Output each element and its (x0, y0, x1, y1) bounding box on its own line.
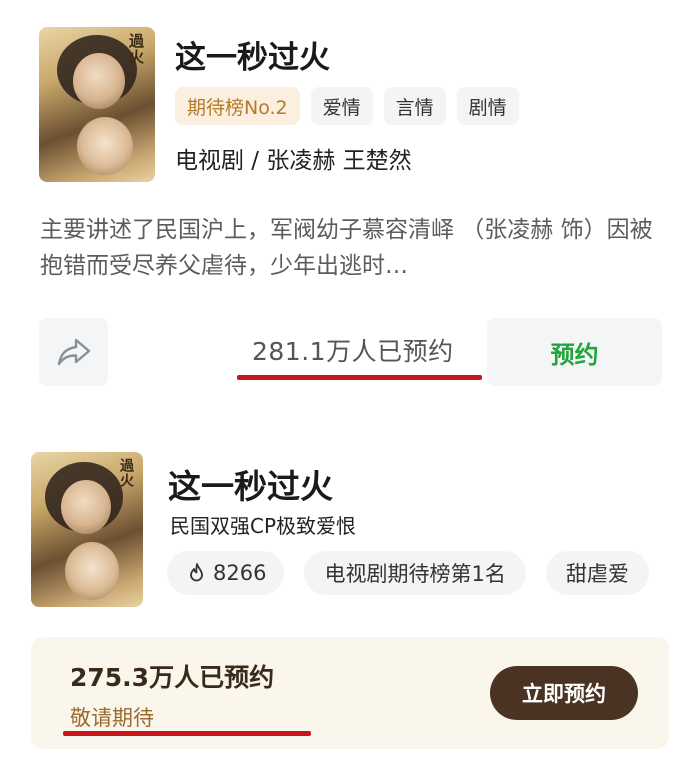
show-title[interactable]: 这一秒过火 (175, 32, 330, 77)
poster-image[interactable]: 過火 (31, 452, 143, 607)
tag-genre[interactable]: 爱情 (310, 87, 373, 125)
reservation-count: 281.1万人已预约 (252, 337, 454, 366)
red-underline-annotation (63, 731, 311, 736)
tag-genre[interactable]: 剧情 (456, 87, 519, 125)
flame-icon (190, 563, 203, 582)
poster-face-shape (61, 480, 111, 534)
show-subtitle: 民国双强CP极致爱恨 (170, 514, 357, 538)
tag-list: 期待榜No.2 爱情 言情 剧情 (175, 87, 519, 125)
share-button[interactable] (39, 318, 108, 386)
reservation-count: 275.3万人已预约 (70, 663, 275, 692)
show-meta: 电视剧 / 张凌赫 王楚然 (175, 148, 412, 174)
tag-genre[interactable]: 言情 (383, 87, 446, 125)
poster-face-shape (65, 542, 119, 600)
share-arrow-icon (57, 338, 90, 366)
show-title[interactable]: 这一秒过火 (168, 460, 333, 508)
status-text: 敬请期待 (70, 706, 154, 730)
red-underline-annotation (237, 375, 482, 380)
poster-face-shape (73, 53, 125, 109)
reserve-now-button[interactable]: 立即预约 (490, 666, 638, 720)
poster-title-text: 過火 (127, 33, 145, 65)
tag-list: 8266 电视剧期待榜第1名 甜虐爱 (167, 551, 649, 595)
show-description[interactable]: 主要讲述了民国沪上，军阀幼子慕容清峄 （张凌赫 饰）因被抱错而受尽养父虐待，少年… (40, 212, 662, 284)
poster-title-text: 過火 (118, 458, 134, 488)
reserve-button[interactable]: 预约 (487, 318, 662, 386)
tag-genre[interactable]: 甜虐爱 (545, 551, 649, 595)
tag-ranking[interactable]: 电视剧期待榜第1名 (304, 551, 526, 595)
heat-value: 8266 (213, 561, 267, 585)
poster-image[interactable]: 過火 (39, 27, 155, 182)
tag-rank[interactable]: 期待榜No.2 (175, 87, 300, 125)
poster-face-shape (77, 117, 133, 175)
heat-pill[interactable]: 8266 (167, 551, 285, 595)
